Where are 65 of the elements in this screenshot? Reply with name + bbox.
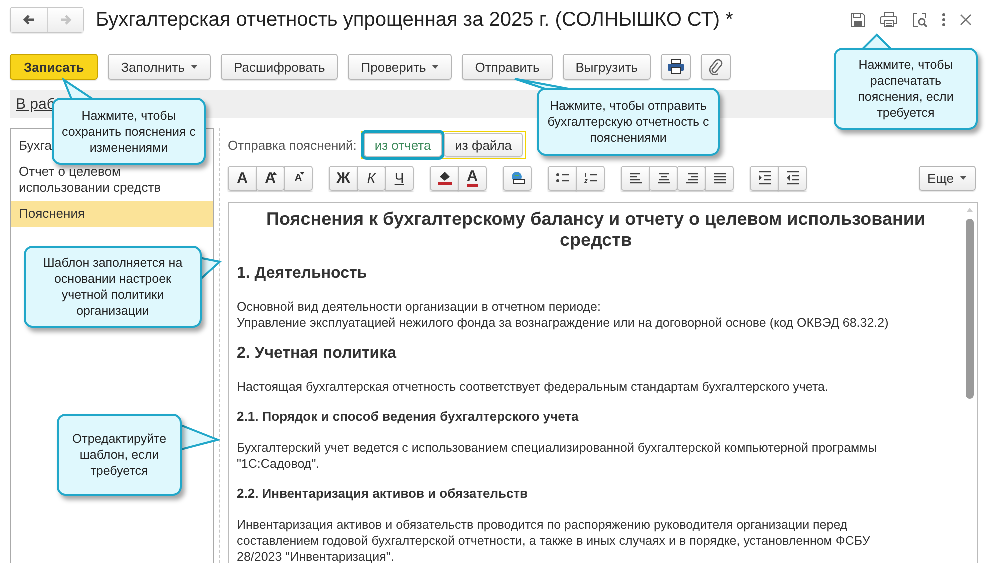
bulleted-list-icon <box>554 171 570 185</box>
hint-tooltip: Отредактируйте шаблон, если требуется <box>57 414 182 496</box>
section-item[interactable]: Пояснения <box>11 201 213 227</box>
hint-tooltip: Шаблон заполняется на основании настроек учетной политики организации <box>24 246 202 328</box>
align-right-button[interactable] <box>677 166 706 190</box>
bold-button[interactable]: Ж <box>329 166 358 190</box>
source-option[interactable]: из файла <box>444 133 524 157</box>
caret-icon <box>191 65 198 69</box>
toolbar-button[interactable]: Расшифровать <box>221 54 338 80</box>
toolbar-button[interactable]: Проверить <box>348 54 452 80</box>
outdent-icon <box>784 171 800 185</box>
align-center-icon <box>656 171 672 185</box>
caret-icon <box>960 176 967 180</box>
send-mode-label: Отправка пояснений: <box>228 138 357 152</box>
printer-icon <box>667 59 686 75</box>
numbers-button[interactable] <box>576 166 605 190</box>
toolbar-button[interactable]: Заполнить <box>108 54 212 80</box>
justify-icon <box>712 171 728 185</box>
image-icon <box>510 171 526 185</box>
caret-icon <box>432 65 440 69</box>
font-button[interactable]: А <box>228 166 257 190</box>
section-heading: 2. Учетная политика <box>237 345 398 363</box>
source-option[interactable]: из отчета <box>364 133 442 157</box>
align-right-icon <box>684 171 700 185</box>
close-icon[interactable] <box>960 14 972 26</box>
outdent-button[interactable] <box>778 166 807 190</box>
hint-tooltip: Нажмите, чтобы распечатать пояснения, если требуется <box>834 48 978 130</box>
more-icon[interactable] <box>942 13 946 27</box>
window-title: Бухгалтерская отчетность упрощенная за 2025 г. (СОЛНЫШКО СТ) * <box>96 8 734 32</box>
indent-button[interactable] <box>750 166 779 190</box>
save-button[interactable]: Записать <box>10 54 98 80</box>
back-button[interactable] <box>11 8 47 32</box>
shrink-font-button[interactable]: А <box>284 166 313 190</box>
section-heading: 1. Деятельность <box>237 265 368 283</box>
paragraph: Настоящая бухгалтерская отчетность соответствует федеральным стандартам бухгалтерского учета. <box>237 379 830 395</box>
subsection-heading: 2.2. Инвентаризация активов и обязательств <box>237 486 530 501</box>
justify-button[interactable] <box>705 166 734 190</box>
toolbar-button[interactable]: Отправить <box>462 54 553 80</box>
more-button[interactable]: Еще <box>918 166 976 190</box>
underline-button[interactable]: Ч <box>385 166 414 190</box>
text-color-button[interactable]: А <box>458 166 487 190</box>
caret-down-icon <box>300 172 305 174</box>
print-icon[interactable] <box>880 12 898 28</box>
subsection-heading: 2.1. Порядок и способ ведения бухгалтерского учета <box>237 409 580 424</box>
grow-font-button[interactable]: А <box>256 166 285 190</box>
numbered-list-icon <box>582 171 598 185</box>
paperclip-icon <box>709 59 724 75</box>
paragraph: Бухгалтерский учет ведется с использованием специализированной бухгалтерской компьютерной программы "1С:Садовод". <box>237 440 878 472</box>
align-left-button[interactable] <box>621 166 650 190</box>
bullets-button[interactable] <box>548 166 577 190</box>
attach-button[interactable] <box>701 54 732 80</box>
print-button[interactable] <box>661 54 692 80</box>
italic-button[interactable]: К <box>357 166 386 190</box>
paint-bucket-icon <box>436 171 452 185</box>
paragraph: Основной вид деятельности организации в отчетном периоде: Управление эксплуатацией нежилого фонда за вознаграждение или на договорной основе (код ОКВЭД 68.32.2) <box>237 299 890 331</box>
align-left-icon <box>628 171 644 185</box>
image-button[interactable] <box>503 166 532 190</box>
save-icon[interactable] <box>850 12 866 28</box>
align-center-button[interactable] <box>649 166 678 190</box>
document-title: Пояснения к бухгалтерскому балансу и отчету о целевом использовании средств <box>266 209 926 251</box>
fill-button[interactable] <box>430 166 459 190</box>
caret-up-icon <box>272 172 277 174</box>
preview-icon[interactable] <box>912 12 928 28</box>
toolbar-button[interactable]: Выгрузить <box>562 54 652 80</box>
indent-icon <box>756 171 772 185</box>
